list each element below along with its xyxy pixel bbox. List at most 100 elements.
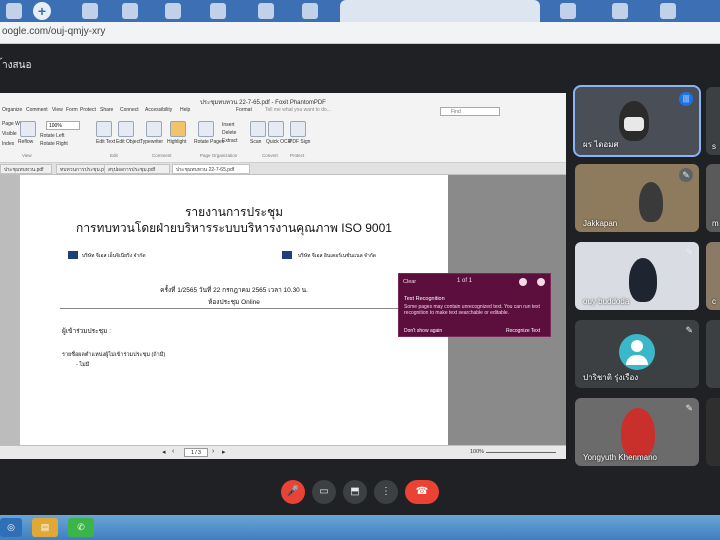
more-options-button[interactable]: ⋮ (374, 480, 398, 504)
participant-tile-partial[interactable]: c (706, 242, 720, 310)
participant-tile[interactable]: ✎ ปาริชาติ รุ่งเรือง (575, 320, 699, 388)
edit-object-icon[interactable] (118, 121, 134, 137)
participant-tile[interactable]: ✎ ouy buddoda (575, 242, 699, 310)
index-label[interactable]: Index (2, 141, 14, 147)
rotate-pages-label[interactable]: Rotate Pages (194, 139, 224, 145)
menu-item[interactable]: Format (236, 107, 252, 113)
pdf-search-input[interactable]: Find (440, 107, 500, 116)
zoom-slider[interactable] (486, 452, 556, 453)
navigation-pane[interactable] (0, 175, 20, 445)
rotate-pages-icon[interactable] (198, 121, 214, 137)
edit-text-icon[interactable] (96, 121, 112, 137)
doc-tab-active[interactable]: ประชุมทบทวน 22-7-65.pdf (172, 164, 250, 174)
extract-button[interactable]: Extract (222, 138, 238, 144)
menu-item[interactable]: Organize (2, 107, 22, 113)
delete-button[interactable]: Delete (222, 130, 236, 136)
tab-favicon-icon[interactable] (660, 3, 676, 19)
active-browser-tab[interactable] (340, 0, 540, 22)
rotate-left-button[interactable]: Rotate Left (40, 133, 64, 139)
popup-heading: Text Recognition (404, 296, 445, 302)
visible-label[interactable]: Visible (2, 131, 17, 137)
last-page-icon[interactable]: ▸ (222, 448, 226, 456)
tab-favicon-icon[interactable] (210, 3, 226, 19)
reflow-label[interactable]: Reflow (18, 139, 33, 145)
tab-favicon-icon[interactable] (82, 3, 98, 19)
popup-body: Some pages may contain unrecognized text… (404, 304, 540, 316)
text-recognition-popup: Clear 1 of 1 Text Recognition Some pages… (398, 273, 551, 337)
mic-toggle-button[interactable]: 🎤 (281, 480, 305, 504)
quick-ocr-label[interactable]: Quick OCR (266, 139, 291, 145)
next-page-icon[interactable]: › (212, 448, 214, 455)
edit-object-label[interactable]: Edit Object (116, 139, 140, 145)
edit-text-label[interactable]: Edit Text (96, 139, 115, 145)
participant-tile-partial[interactable] (706, 320, 720, 388)
tab-favicon-icon[interactable] (165, 3, 181, 19)
participant-tile[interactable]: ✎ Yongyuth Khenmano (575, 398, 699, 466)
pdf-sign-label[interactable]: PDF Sign (289, 139, 310, 145)
scan-icon[interactable] (250, 121, 266, 137)
menu-item[interactable]: Connect (120, 107, 139, 113)
highlight-icon[interactable] (170, 121, 186, 137)
pdf-page[interactable]: รายงานการประชุม การทบทวนโดยฝ่ายบริหารระบ… (20, 175, 448, 445)
menu-item[interactable]: Share (100, 107, 113, 113)
doc-tab[interactable]: สรุปผลการประชุม.pdf (104, 164, 170, 174)
tell-me-box[interactable]: Tell me what you want to do... (265, 107, 331, 113)
highlight-label[interactable]: Highlight (167, 139, 186, 145)
tab-favicon-icon[interactable] (122, 3, 138, 19)
url-text[interactable]: oogle.com/ouj-qmjy-xry (2, 26, 105, 37)
participant-tile[interactable]: ||| ผร ไดอมศ (573, 85, 701, 157)
face-mask (624, 117, 644, 131)
typewriter-icon[interactable] (146, 121, 162, 137)
meeting-room: ห้องประชุม Online (208, 299, 260, 306)
page-number-input[interactable]: 1 / 3 (184, 448, 208, 457)
settings-icon[interactable] (519, 278, 527, 286)
participant-name: Yongyuth Khenmano (583, 453, 657, 462)
participant-initial: c (712, 297, 716, 306)
camera-toggle-button[interactable]: ▭ (312, 480, 336, 504)
insert-button[interactable]: Insert (222, 122, 235, 128)
tab-favicon-icon[interactable] (6, 3, 22, 19)
menu-item[interactable]: Protect (80, 107, 96, 113)
participant-tile-partial[interactable] (706, 398, 720, 466)
menu-item[interactable]: Accessibility (145, 107, 172, 113)
folder-icon[interactable]: ▤ (32, 518, 58, 537)
popup-nav[interactable]: 1 of 1 (457, 278, 472, 284)
participant-tile-partial[interactable]: m (706, 164, 720, 232)
attendees-label: ผู้เข้าร่วมประชุม : (62, 328, 111, 335)
new-tab-button[interactable]: + (33, 2, 51, 20)
menu-item[interactable]: Form (66, 107, 78, 113)
popup-clear-button[interactable]: Clear (403, 279, 416, 285)
tab-favicon-icon[interactable] (612, 3, 628, 19)
speaking-indicator-icon: ||| (679, 92, 693, 106)
participant-tile-partial[interactable]: s (706, 87, 720, 155)
menu-item[interactable]: View (52, 107, 63, 113)
rotate-right-button[interactable]: Rotate Right (40, 141, 68, 147)
pdf-sign-icon[interactable] (290, 121, 306, 137)
recognize-text-link[interactable]: Recognize Text (506, 328, 540, 334)
reflow-icon[interactable] (20, 121, 36, 137)
present-button[interactable]: ⬒ (343, 480, 367, 504)
address-bar[interactable]: oogle.com/ouj-qmjy-xry (0, 22, 720, 44)
participant-name: Jakkapan (583, 219, 618, 228)
scan-label[interactable]: Scan (250, 139, 261, 145)
chrome-icon[interactable]: ◎ (0, 518, 22, 537)
mic-off-icon: ✎ (679, 168, 693, 182)
menu-item[interactable]: Comment (26, 107, 48, 113)
tab-favicon-icon[interactable] (258, 3, 274, 19)
end-call-button[interactable]: ☎ (405, 480, 439, 504)
zoom-select[interactable]: 100% (46, 121, 80, 130)
typewriter-label[interactable]: Typewriter (140, 139, 163, 145)
doc-tab[interactable]: ประชุมทบทวน.pdf (0, 164, 52, 174)
line-icon[interactable]: ✆ (68, 518, 94, 537)
meet-header: ้างสนอ (0, 44, 720, 84)
first-page-icon[interactable]: ◂ (162, 448, 166, 456)
close-icon[interactable] (537, 278, 545, 286)
absent-value: - ไม่มี (76, 362, 90, 368)
dont-show-checkbox[interactable]: Don't show again (404, 328, 442, 334)
quick-ocr-icon[interactable] (268, 121, 284, 137)
tab-favicon-icon[interactable] (302, 3, 318, 19)
tab-favicon-icon[interactable] (560, 3, 576, 19)
prev-page-icon[interactable]: ‹ (172, 448, 174, 455)
participant-tile[interactable]: ✎ Jakkapan (575, 164, 699, 232)
menu-item[interactable]: Help (180, 107, 190, 113)
